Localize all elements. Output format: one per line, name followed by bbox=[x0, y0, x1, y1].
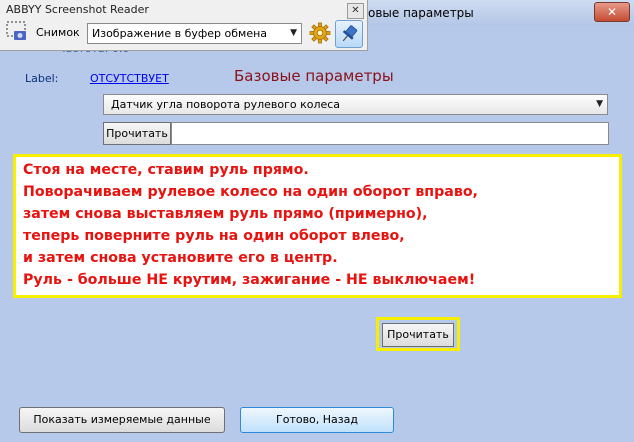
instruction-line-3: затем снова выставляем руль прямо (приме… bbox=[23, 206, 428, 222]
sensor-select-value: Датчик угла поворота рулевого колеса bbox=[111, 98, 341, 111]
main-window: овые параметры ✕ Частота: 0.0 ВАЗ Label:… bbox=[0, 0, 634, 442]
label-caption: Label: bbox=[25, 72, 59, 85]
instruction-line-1: Стоя на месте, ставим руль прямо. bbox=[23, 162, 309, 178]
screenshot-reader-toolbar: ABBYY Screenshot Reader ✕ Снимок Изображ… bbox=[0, 0, 368, 51]
read-button-bottom[interactable]: Прочитать bbox=[382, 323, 454, 347]
snapshot-icon[interactable] bbox=[6, 21, 28, 41]
toolbar-close-button[interactable]: ✕ bbox=[347, 3, 364, 19]
pin-button[interactable] bbox=[335, 20, 363, 48]
read-button-top[interactable]: Прочитать bbox=[103, 122, 171, 145]
instruction-box: Стоя на месте, ставим руль прямо. Повора… bbox=[13, 154, 622, 298]
destination-select[interactable]: Изображение в буфер обмена ▼ bbox=[87, 23, 302, 44]
instruction-line-4: теперь поверните руль на один оборот вле… bbox=[23, 228, 405, 244]
instruction-line-2: Поворачиваем рулевое колесо на один обор… bbox=[23, 184, 478, 200]
instruction-line-5: и затем снова установите его в центр. bbox=[23, 250, 338, 266]
result-field[interactable] bbox=[171, 122, 609, 145]
destination-value: Изображение в буфер обмена bbox=[92, 27, 268, 40]
snapshot-label: Снимок bbox=[36, 26, 80, 39]
window-title: овые параметры bbox=[368, 6, 474, 20]
page-heading: Базовые параметры bbox=[234, 67, 394, 85]
chevron-down-icon: ▼ bbox=[596, 99, 603, 109]
gear-icon[interactable] bbox=[309, 22, 331, 44]
show-measured-data-button[interactable]: Показать измеряемые данные bbox=[19, 407, 225, 433]
chevron-down-icon: ▼ bbox=[290, 28, 297, 38]
window-close-button[interactable]: ✕ bbox=[594, 2, 630, 22]
sensor-select[interactable]: Датчик угла поворота рулевого колеса ▼ bbox=[103, 94, 608, 115]
instruction-line-6: Руль - больше НЕ крутим, зажигание - НЕ … bbox=[23, 272, 476, 288]
toolbar-title: ABBYY Screenshot Reader bbox=[6, 3, 149, 16]
done-back-button[interactable]: Готово, Назад bbox=[240, 407, 394, 433]
label-link[interactable]: ОТСУТСТВУЕТ bbox=[90, 72, 169, 85]
pin-icon bbox=[342, 25, 358, 42]
